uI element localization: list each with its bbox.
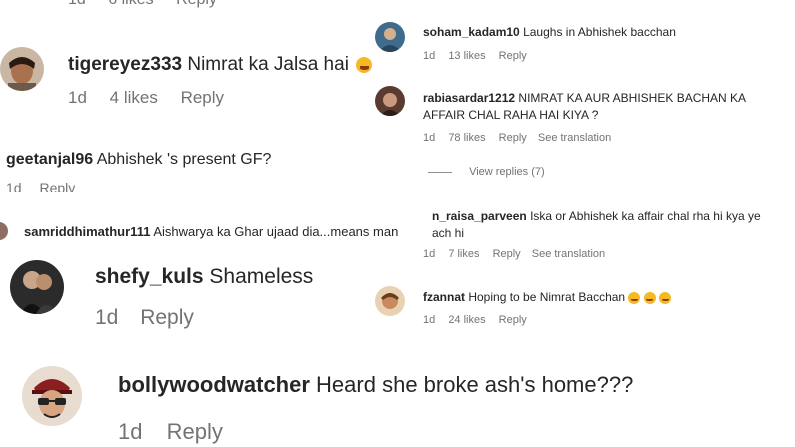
comment-text: Aishwarya ka Ghar ujaad dia...means man	[153, 224, 399, 239]
comment-likes[interactable]: 13 likes	[448, 50, 485, 62]
comment-body: bollywoodwatcher Heard she broke ash's h…	[118, 372, 633, 398]
comment-meta-row: 1d 24 likes Reply	[423, 314, 527, 326]
comment-likes[interactable]: 7 likes	[448, 248, 479, 260]
avatar[interactable]	[375, 86, 405, 116]
comment-time: 1d	[423, 314, 436, 326]
comment-username[interactable]: tigereyez333	[68, 54, 182, 75]
comment-likes[interactable]: 4 likes	[110, 88, 158, 107]
avatar[interactable]	[375, 22, 405, 52]
comment-body: tigereyez333 Nimrat ka Jalsa hai	[68, 54, 373, 76]
comment-time: 1d	[423, 50, 436, 62]
comment-text: Iska or Abhishek ka affair chal rha hi k…	[530, 209, 761, 223]
comment-username[interactable]: n_raisa_parveen	[432, 209, 527, 223]
reply-button[interactable]: Reply	[181, 88, 224, 107]
comment-text: Laughs in Abhishek bacchan	[523, 25, 676, 39]
reply-button[interactable]: Reply	[499, 314, 527, 326]
comment-time: 1d	[423, 132, 436, 144]
comment-body: shefy_kuls Shameless	[95, 265, 313, 289]
rofl-emoji-icon	[659, 291, 672, 304]
comment-likes[interactable]: 78 likes	[448, 132, 485, 144]
comment-body: fzannat Hoping to be Nimrat Bacchan	[423, 290, 672, 304]
comment-time: 1d	[68, 0, 86, 8]
comment-username[interactable]: bollywoodwatcher	[118, 372, 310, 397]
comment-meta-row: 1d Reply	[118, 419, 223, 445]
comment-body: soham_kadam10 Laughs in Abhishek bacchan	[423, 25, 676, 39]
avatar[interactable]	[0, 47, 44, 91]
comment-username[interactable]: shefy_kuls	[95, 265, 204, 288]
comment-meta-row: 1d 6 likes Reply	[68, 0, 217, 9]
reply-button[interactable]: Reply	[140, 306, 194, 329]
comment-text: Heard she broke ash's home???	[316, 372, 634, 397]
comment-username[interactable]: fzannat	[423, 290, 465, 304]
comment-text: ach hi	[432, 226, 465, 240]
comment-username[interactable]: soham_kadam10	[423, 25, 520, 39]
comment-username[interactable]: samriddhimathur111	[24, 224, 150, 239]
reply-button[interactable]: Reply	[499, 132, 527, 144]
comment-time: 1d	[68, 88, 87, 107]
rofl-emoji-icon	[356, 56, 373, 73]
comment-likes[interactable]: 24 likes	[448, 314, 485, 326]
avatar[interactable]	[375, 286, 405, 316]
comment-text: Hoping to be Nimrat Bacchan	[468, 290, 626, 304]
comment-meta-row: 1d 78 likes Reply See translation	[423, 132, 611, 144]
avatar[interactable]	[0, 222, 8, 240]
comment-meta-row: 1d 7 likes Reply See translation	[423, 248, 605, 260]
comment-text: AFFAIR CHAL RAHA HAI KIYA ?	[423, 108, 599, 122]
reply-button[interactable]: Reply	[39, 180, 75, 192]
reply-button[interactable]: Reply	[499, 50, 527, 62]
comment-meta-row: 1d 4 likes Reply	[68, 88, 224, 108]
view-replies-button[interactable]: View replies (7)	[428, 166, 545, 178]
rofl-emoji-icon	[643, 291, 656, 304]
divider-line	[428, 171, 452, 173]
rofl-emoji-icon	[628, 291, 641, 304]
comment-meta-row: 1d Reply	[6, 180, 75, 192]
comment-time: 1d	[423, 248, 436, 260]
comment-username[interactable]: rabiasardar1212	[423, 91, 515, 105]
comment-text: NIMRAT KA AUR ABHISHEK BACHAN KA	[518, 91, 747, 105]
reply-button[interactable]: Reply	[176, 0, 217, 8]
see-translation-link[interactable]: See translation	[532, 248, 605, 260]
comment-meta-row: 1d Reply	[95, 306, 194, 330]
comment-text: Abhishek 's present GF?	[96, 151, 272, 168]
reply-button[interactable]: Reply	[167, 419, 223, 444]
comment-body: rabiasardar1212 NIMRAT KA AUR ABHISHEK B…	[423, 90, 746, 124]
comment-meta-row: 1d 13 likes Reply	[423, 50, 527, 62]
view-replies-label: View replies (7)	[469, 166, 545, 178]
reply-button[interactable]: Reply	[493, 248, 521, 260]
comment-body: n_raisa_parveen Iska or Abhishek ka affa…	[432, 208, 761, 242]
avatar[interactable]	[10, 260, 64, 314]
comment-text: Shameless	[209, 265, 314, 288]
comment-body: samriddhimathur111 Aishwarya ka Ghar uja…	[24, 224, 398, 239]
comment-time: 1d	[95, 306, 119, 329]
see-translation-link[interactable]: See translation	[538, 132, 611, 144]
comment-username[interactable]: geetanjal96	[6, 151, 93, 168]
comment-time: 1d	[6, 180, 22, 192]
comment-text: Nimrat ka Jalsa hai	[187, 54, 349, 75]
comment-time: 1d	[118, 419, 143, 444]
comment-likes[interactable]: 6 likes	[108, 0, 153, 8]
comment-body: geetanjal96 Abhishek 's present GF?	[6, 151, 271, 169]
avatar[interactable]	[22, 366, 82, 426]
